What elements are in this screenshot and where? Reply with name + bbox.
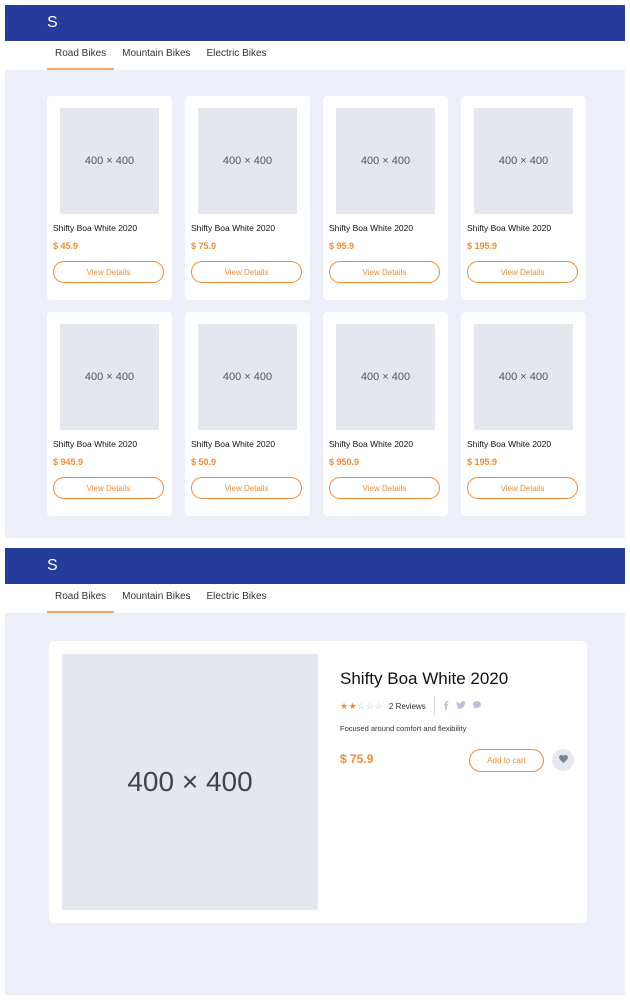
- product-price: $ 950.9: [329, 457, 360, 467]
- product-image-placeholder: 400 × 400: [198, 108, 297, 214]
- view-details-button[interactable]: View Details: [329, 261, 440, 283]
- product-card[interactable]: 400 × 400 Shifty Boa White 2020 $ 95.9 View…: [323, 96, 448, 300]
- view-details-button[interactable]: View Details: [467, 261, 578, 283]
- product-detail-card: 400 × 400 Shifty Boa White 2020 ★★☆☆☆ 2 …: [49, 641, 587, 923]
- product-card[interactable]: 400 × 400 Shifty Boa White 2020 $ 75.9 View…: [185, 96, 310, 300]
- tab-electric-bikes[interactable]: Electric Bikes: [199, 48, 275, 70]
- facebook-icon[interactable]: [443, 700, 449, 712]
- category-tabs: Road Bikes Mountain Bikes Electric Bikes: [5, 41, 625, 70]
- star-rating: ★★☆☆☆: [340, 701, 383, 712]
- heart-icon: [558, 754, 568, 766]
- star-filled-icon: ★: [340, 700, 349, 711]
- star-filled-icon: ★: [348, 700, 358, 711]
- divider: [433, 696, 435, 716]
- tab-mountain-bikes[interactable]: Mountain Bikes: [114, 48, 198, 70]
- product-price: $ 75.9: [340, 752, 374, 766]
- product-name: Shifty Boa White 2020: [53, 223, 138, 233]
- comment-icon[interactable]: [472, 701, 481, 711]
- view-details-button[interactable]: View Details: [53, 477, 164, 499]
- logo[interactable]: S: [47, 14, 58, 32]
- view-details-button[interactable]: View Details: [467, 477, 578, 499]
- rating-row: ★★☆☆☆ 2 Reviews: [340, 696, 488, 716]
- tab-mountain-bikes[interactable]: Mountain Bikes: [114, 591, 198, 613]
- product-price: $ 945.9: [53, 457, 84, 467]
- view-details-button[interactable]: View Details: [329, 477, 440, 499]
- product-list-screen: S Road Bikes Mountain Bikes Electric Bik…: [5, 5, 625, 538]
- tab-electric-bikes[interactable]: Electric Bikes: [199, 591, 275, 613]
- product-price: $ 95.9: [329, 241, 355, 251]
- reviews-count[interactable]: 2 Reviews: [389, 702, 426, 711]
- star-empty-icon: ☆: [357, 700, 366, 711]
- product-grid: 400 × 400 Shifty Boa White 2020 $ 45.9 View…: [47, 96, 586, 516]
- product-image-placeholder: 400 × 400: [62, 654, 318, 910]
- product-card[interactable]: 400 × 400 Shifty Boa White 2020 $ 45.9 View…: [47, 96, 172, 300]
- product-price: $ 195.9: [467, 457, 498, 467]
- top-bar: S: [5, 5, 625, 41]
- add-to-cart-button[interactable]: Add to cart: [469, 749, 544, 772]
- product-image-placeholder: 400 × 400: [336, 108, 435, 214]
- product-name: Shifty Boa White 2020: [467, 439, 552, 449]
- product-title: Shifty Boa White 2020: [340, 669, 509, 688]
- product-name: Shifty Boa White 2020: [191, 439, 276, 449]
- product-card[interactable]: 400 × 400 Shifty Boa White 2020 $ 950.9 Vie…: [323, 312, 448, 516]
- product-image-placeholder: 400 × 400: [474, 108, 573, 214]
- logo[interactable]: S: [47, 557, 58, 575]
- product-card[interactable]: 400 × 400 Shifty Boa White 2020 $ 945.9 Vie…: [47, 312, 172, 516]
- product-card[interactable]: 400 × 400 Shifty Boa White 2020 $ 195.9 Vie…: [461, 312, 586, 516]
- product-detail-screen: S Road Bikes Mountain Bikes Electric Bik…: [5, 548, 625, 995]
- category-tabs: Road Bikes Mountain Bikes Electric Bikes: [5, 584, 625, 613]
- product-name: Shifty Boa White 2020: [329, 223, 414, 233]
- star-empty-icon: ☆: [374, 700, 383, 711]
- view-details-button[interactable]: View Details: [191, 477, 302, 499]
- tab-road-bikes[interactable]: Road Bikes: [47, 48, 115, 70]
- product-price: $ 75.9: [191, 241, 217, 251]
- product-card[interactable]: 400 × 400 Shifty Boa White 2020 $ 50.9 View…: [185, 312, 310, 516]
- view-details-button[interactable]: View Details: [191, 261, 302, 283]
- product-name: Shifty Boa White 2020: [329, 439, 414, 449]
- product-name: Shifty Boa White 2020: [191, 223, 276, 233]
- product-description: Focused around comfort and flexibility: [340, 724, 467, 733]
- tab-road-bikes[interactable]: Road Bikes: [47, 591, 115, 613]
- product-image-placeholder: 400 × 400: [198, 324, 297, 430]
- product-price: $ 45.9: [53, 241, 79, 251]
- top-bar: S: [5, 548, 625, 584]
- twitter-icon[interactable]: [455, 701, 466, 711]
- product-name: Shifty Boa White 2020: [53, 439, 138, 449]
- product-price: $ 50.9: [191, 457, 217, 467]
- product-card[interactable]: 400 × 400 Shifty Boa White 2020 $ 195.9 Vie…: [461, 96, 586, 300]
- product-image-placeholder: 400 × 400: [60, 108, 159, 214]
- favorite-button[interactable]: [552, 749, 574, 771]
- view-details-button[interactable]: View Details: [53, 261, 164, 283]
- product-name: Shifty Boa White 2020: [467, 223, 552, 233]
- product-image-placeholder: 400 × 400: [336, 324, 435, 430]
- product-image-placeholder: 400 × 400: [474, 324, 573, 430]
- product-image-placeholder: 400 × 400: [60, 324, 159, 430]
- product-price: $ 195.9: [467, 241, 498, 251]
